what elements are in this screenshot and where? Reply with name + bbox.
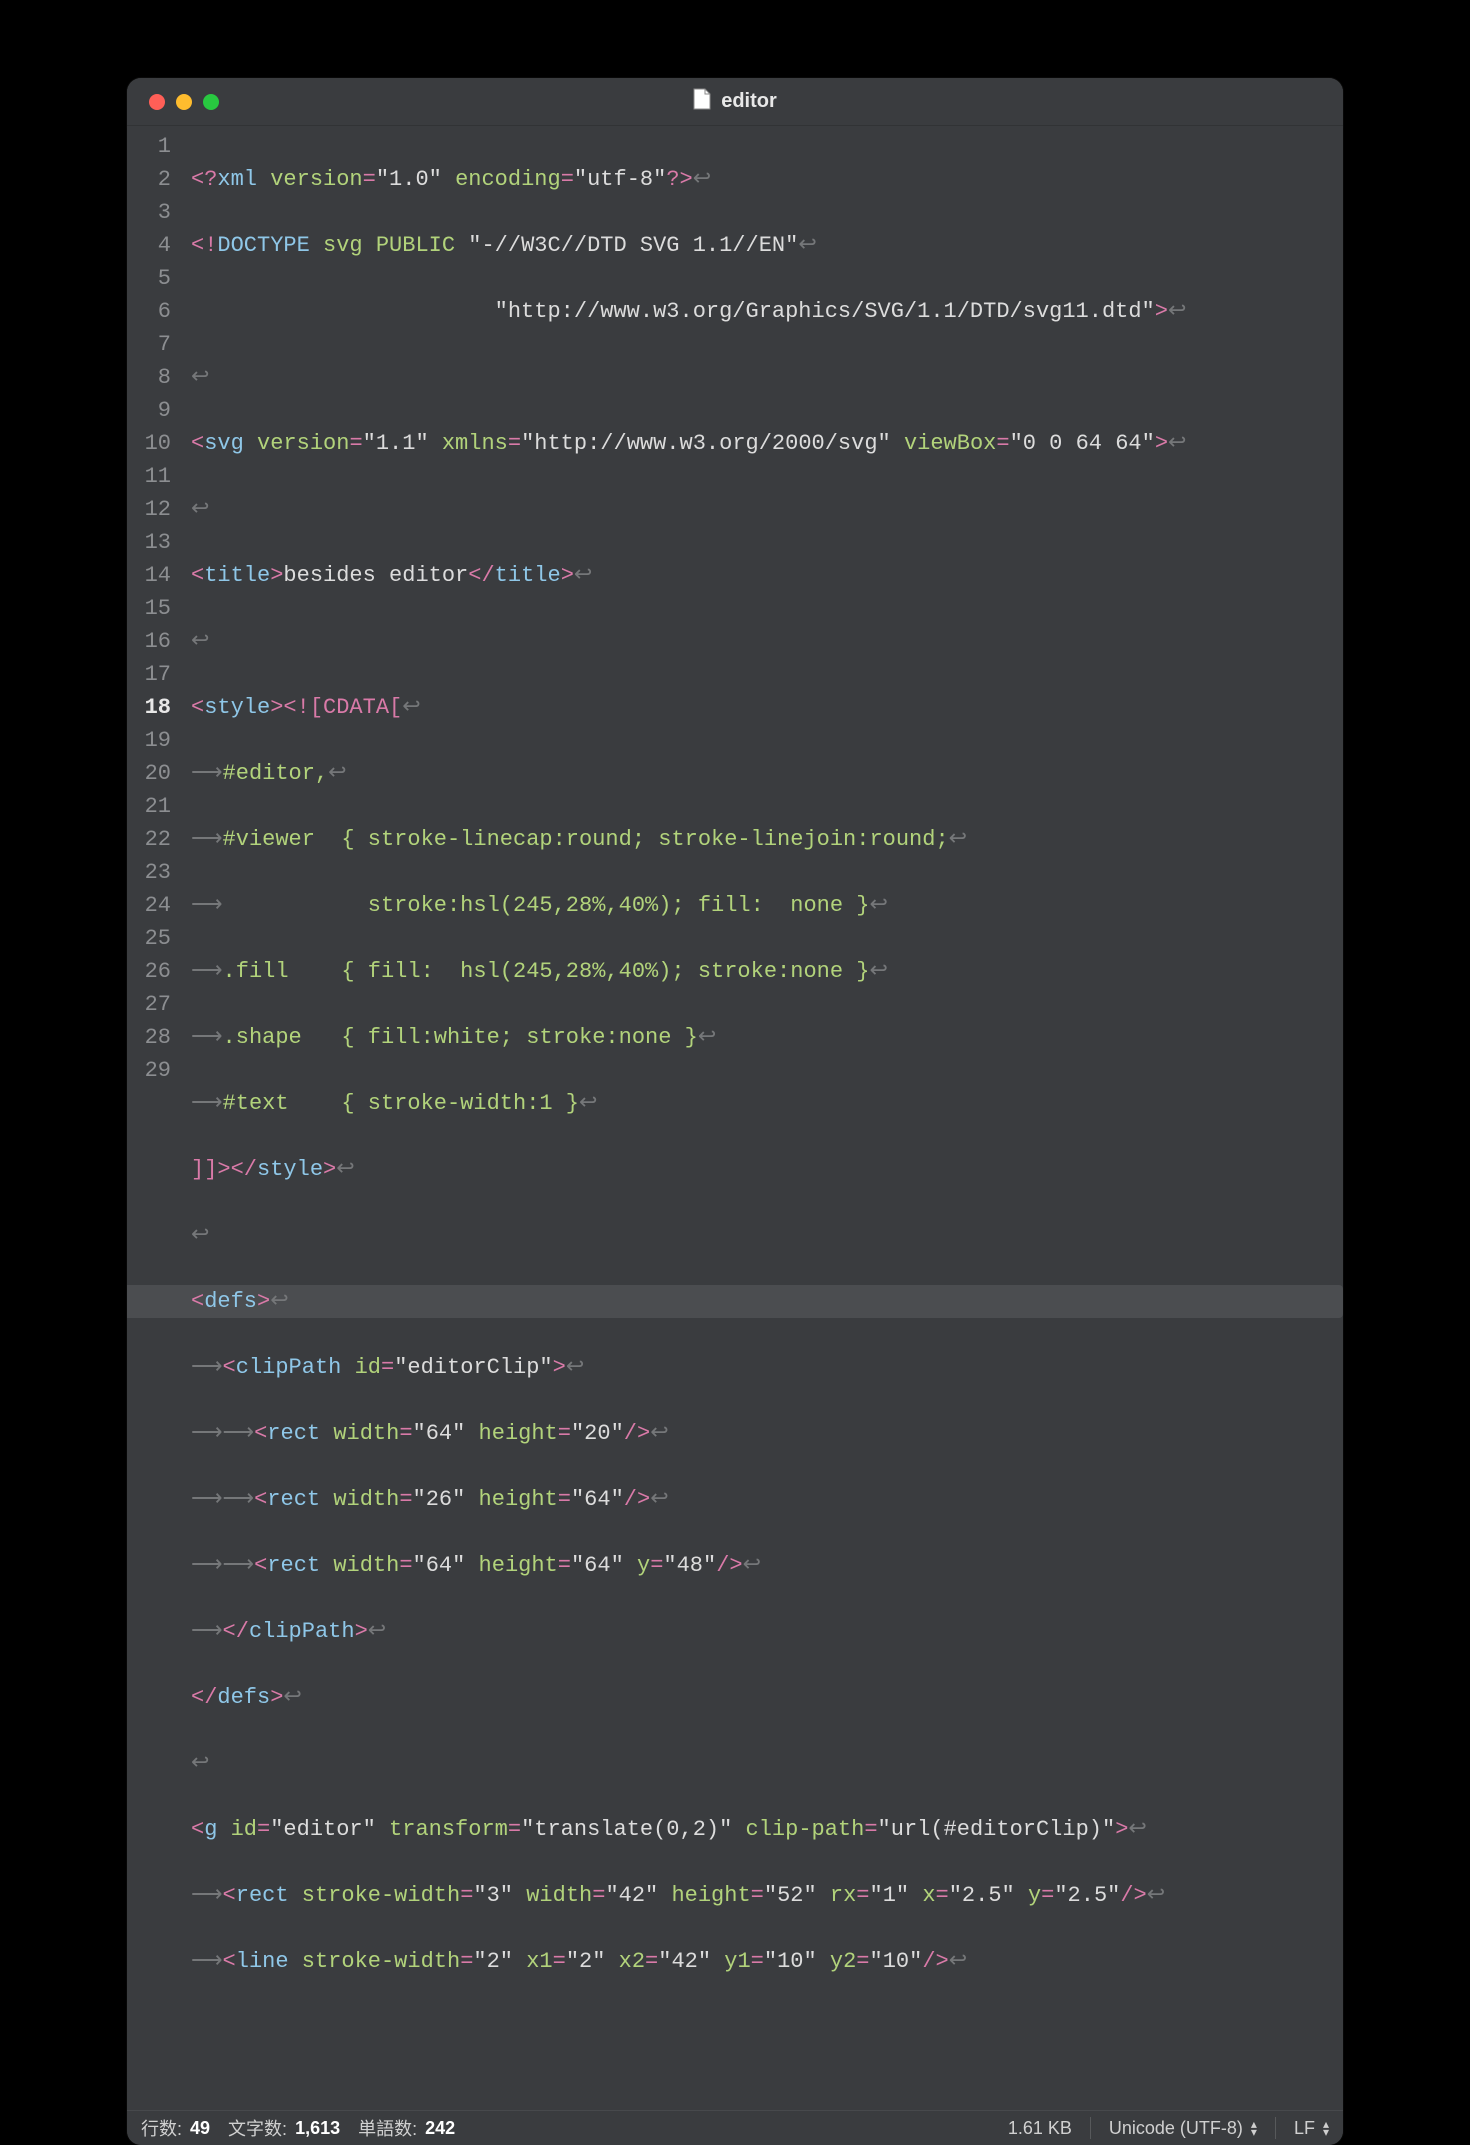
- code-line[interactable]: ⟶⟶<rect width="64" height="64" y="48"/>↩: [185, 1549, 1343, 1582]
- line-number[interactable]: 18: [127, 691, 171, 724]
- divider: [1090, 2117, 1091, 2139]
- code-line[interactable]: <svg version="1.1" xmlns="http://www.w3.…: [185, 427, 1343, 460]
- code-line[interactable]: ⟶#viewer { stroke-linecap:round; stroke-…: [185, 823, 1343, 856]
- code-line[interactable]: <g id="editor" transform="translate(0,2)…: [185, 1813, 1343, 1846]
- traffic-lights: [149, 94, 219, 110]
- line-number[interactable]: 10: [127, 427, 171, 460]
- status-lines[interactable]: 行数: 49: [141, 2115, 210, 2141]
- code-line[interactable]: <!DOCTYPE svg PUBLIC "-//W3C//DTD SVG 1.…: [185, 229, 1343, 262]
- statusbar: 行数: 49 文字数: 1,613 単語数: 242 1.61 KB Unico…: [127, 2110, 1343, 2145]
- line-number[interactable]: 23: [127, 856, 171, 889]
- chevrons-icon: ▴▾: [1323, 2120, 1329, 2136]
- status-chars[interactable]: 文字数: 1,613: [228, 2115, 340, 2141]
- status-encoding[interactable]: Unicode (UTF-8) ▴▾: [1109, 2118, 1257, 2139]
- line-number[interactable]: 7: [127, 328, 171, 361]
- code-line[interactable]: ⟶#text { stroke-width:1 }↩: [185, 1087, 1343, 1120]
- code-line[interactable]: <style><![CDATA[↩: [185, 691, 1343, 724]
- line-number[interactable]: 22: [127, 823, 171, 856]
- line-number[interactable]: 6: [127, 295, 171, 328]
- line-number-gutter[interactable]: 1234567891011121314151617181920212223242…: [127, 130, 185, 2110]
- code-line[interactable]: ⟶</clipPath>↩: [185, 1615, 1343, 1648]
- line-number[interactable]: 25: [127, 922, 171, 955]
- status-filesize: 1.61 KB: [1008, 2118, 1072, 2139]
- minimize-button[interactable]: [176, 94, 192, 110]
- line-number[interactable]: 14: [127, 559, 171, 592]
- code-line-current[interactable]: <defs>↩: [127, 1285, 1343, 1318]
- line-number[interactable]: 27: [127, 988, 171, 1021]
- line-number[interactable]: 1: [127, 130, 171, 163]
- code-line[interactable]: ⟶<clipPath id="editorClip">↩: [185, 1351, 1343, 1384]
- line-number[interactable]: 26: [127, 955, 171, 988]
- line-number[interactable]: 19: [127, 724, 171, 757]
- code-editor[interactable]: 1234567891011121314151617181920212223242…: [127, 126, 1343, 2110]
- code-line[interactable]: ⟶.fill { fill: hsl(245,28%,40%); stroke:…: [185, 955, 1343, 988]
- window-title: editor: [693, 88, 777, 116]
- line-number[interactable]: 9: [127, 394, 171, 427]
- close-button[interactable]: [149, 94, 165, 110]
- document-icon: [693, 88, 711, 116]
- code-line[interactable]: ↩: [185, 1747, 1343, 1780]
- line-number[interactable]: 20: [127, 757, 171, 790]
- code-line[interactable]: ⟶.shape { fill:white; stroke:none }↩: [185, 1021, 1343, 1054]
- code-line[interactable]: ⟶#editor,↩: [185, 757, 1343, 790]
- chevrons-icon: ▴▾: [1251, 2120, 1257, 2136]
- status-lineending[interactable]: LF ▴▾: [1294, 2118, 1329, 2139]
- line-number[interactable]: 13: [127, 526, 171, 559]
- code-line[interactable]: <?xml version="1.0" encoding="utf-8"?>↩: [185, 163, 1343, 196]
- code-line[interactable]: ]]></style>↩: [185, 1153, 1343, 1186]
- line-number[interactable]: 8: [127, 361, 171, 394]
- titlebar[interactable]: editor: [127, 78, 1343, 126]
- line-number[interactable]: 28: [127, 1021, 171, 1054]
- line-number[interactable]: 17: [127, 658, 171, 691]
- line-number[interactable]: 3: [127, 196, 171, 229]
- code-area[interactable]: <?xml version="1.0" encoding="utf-8"?>↩ …: [185, 130, 1343, 2110]
- window-title-text: editor: [721, 90, 777, 113]
- code-line[interactable]: [185, 2011, 1343, 2044]
- editor-window: editor 123456789101112131415161718192021…: [127, 78, 1343, 2145]
- zoom-button[interactable]: [203, 94, 219, 110]
- code-line[interactable]: ⟶<rect stroke-width="3" width="42" heigh…: [185, 1879, 1343, 1912]
- line-number[interactable]: 12: [127, 493, 171, 526]
- line-number[interactable]: 21: [127, 790, 171, 823]
- line-number[interactable]: 29: [127, 1054, 171, 1087]
- divider: [1275, 2117, 1276, 2139]
- line-number[interactable]: 5: [127, 262, 171, 295]
- line-number[interactable]: 24: [127, 889, 171, 922]
- code-line[interactable]: "http://www.w3.org/Graphics/SVG/1.1/DTD/…: [185, 295, 1343, 328]
- code-line[interactable]: ↩: [185, 493, 1343, 526]
- line-number[interactable]: 2: [127, 163, 171, 196]
- code-line[interactable]: ⟶ stroke:hsl(245,28%,40%); fill: none }↩: [185, 889, 1343, 922]
- line-number[interactable]: 15: [127, 592, 171, 625]
- code-line[interactable]: ⟶<line stroke-width="2" x1="2" x2="42" y…: [185, 1945, 1343, 1978]
- line-number[interactable]: 16: [127, 625, 171, 658]
- code-line[interactable]: ↩: [185, 1219, 1343, 1252]
- code-line[interactable]: <title>besides editor</title>↩: [185, 559, 1343, 592]
- code-line[interactable]: ↩: [185, 361, 1343, 394]
- code-line[interactable]: ⟶⟶<rect width="26" height="64"/>↩: [185, 1483, 1343, 1516]
- line-number[interactable]: 4: [127, 229, 171, 262]
- status-words[interactable]: 単語数: 242: [358, 2115, 455, 2141]
- code-line[interactable]: ⟶⟶<rect width="64" height="20"/>↩: [185, 1417, 1343, 1450]
- code-line[interactable]: ↩: [185, 625, 1343, 658]
- line-number[interactable]: 11: [127, 460, 171, 493]
- code-line[interactable]: </defs>↩: [185, 1681, 1343, 1714]
